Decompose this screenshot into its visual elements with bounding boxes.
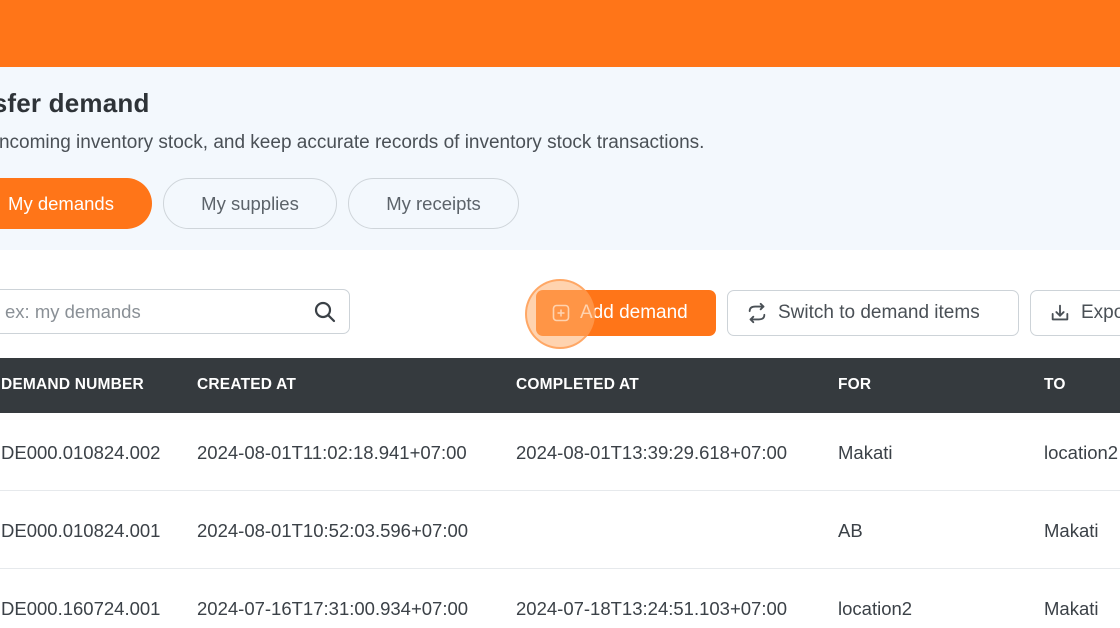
cell-demand-number: DE000.010824.002: [1, 442, 161, 463]
page-title: ansfer demand: [0, 88, 150, 118]
page-header: [0, 67, 1120, 250]
add-demand-button[interactable]: Add demand: [536, 290, 716, 336]
cell-to: Makati: [1044, 598, 1099, 619]
search-box: [0, 289, 350, 334]
add-square-icon: [552, 304, 570, 322]
tab-my-supplies[interactable]: My supplies: [163, 178, 337, 229]
swap-arrows-icon: [748, 302, 766, 324]
cell-created-at: 2024-08-01T10:52:03.596+07:00: [197, 520, 469, 541]
column-header-demand-number[interactable]: DEMAND NUMBER: [1, 376, 144, 394]
table-row[interactable]: DE000.010824.001 2024-08-01T10:52:03.596…: [0, 491, 1120, 569]
table-header: DEMAND NUMBER CREATED AT COMPLETED AT FO…: [0, 358, 1120, 413]
page-subtitle: ord incoming inventory stock, and keep a…: [0, 132, 705, 153]
cell-completed-at: 2024-08-01T13:39:29.618+07:00: [516, 442, 788, 463]
cell-for: Makati: [838, 442, 893, 463]
cell-for: AB: [838, 520, 863, 541]
cell-to: Makati: [1044, 520, 1099, 541]
table-row[interactable]: DE000.160724.001 2024-07-16T17:31:00.934…: [0, 569, 1120, 628]
download-icon: [1051, 304, 1069, 321]
table-row[interactable]: DE000.010824.002 2024-08-01T11:02:18.941…: [0, 413, 1120, 491]
cell-completed-at: 2024-07-18T13:24:51.103+07:00: [516, 598, 788, 619]
export-label: Expo: [1081, 302, 1120, 323]
top-bar: [0, 0, 1120, 67]
cell-for: location2: [838, 598, 913, 619]
search-icon[interactable]: [313, 300, 337, 324]
export-button[interactable]: Expo: [1030, 290, 1120, 336]
cell-to: location2: [1044, 442, 1119, 463]
tab-my-receipts[interactable]: My receipts: [348, 178, 519, 229]
search-input[interactable]: [5, 300, 305, 324]
cell-created-at: 2024-07-16T17:31:00.934+07:00: [197, 598, 469, 619]
cell-demand-number: DE000.010824.001: [1, 520, 161, 541]
column-header-to[interactable]: TO: [1044, 376, 1066, 394]
tab-my-demands[interactable]: My demands: [0, 178, 152, 229]
column-header-completed-at[interactable]: COMPLETED AT: [516, 376, 639, 394]
cell-created-at: 2024-08-01T11:02:18.941+07:00: [197, 442, 467, 463]
cell-demand-number: DE000.160724.001: [1, 598, 161, 619]
column-header-created-at[interactable]: CREATED AT: [197, 376, 296, 394]
add-demand-label: Add demand: [580, 302, 688, 323]
column-header-for[interactable]: FOR: [838, 376, 871, 394]
switch-label: Switch to demand items: [778, 302, 980, 323]
switch-to-demand-items-button[interactable]: Switch to demand items: [727, 290, 1019, 336]
